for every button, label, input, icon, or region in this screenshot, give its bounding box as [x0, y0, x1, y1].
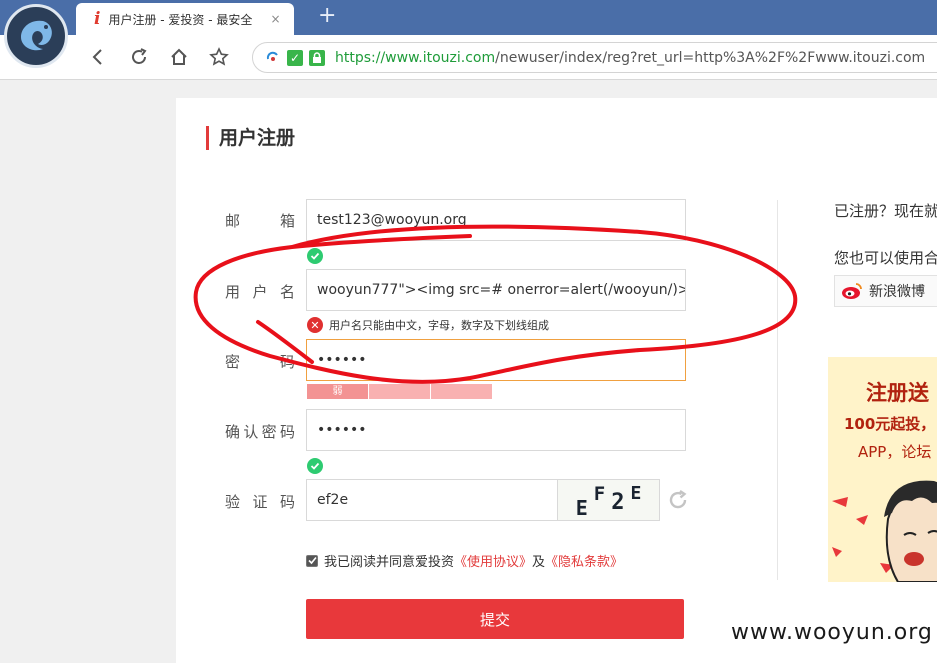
privacy-link[interactable]: 《隐私条款》 — [545, 551, 623, 570]
promo-subtitle: 100元起投， — [844, 415, 936, 433]
agreement-row: 我已阅读并同意爱投资 《使用协议》 及 《隐私条款》 — [306, 551, 623, 570]
username-label: 用户名 — [225, 283, 295, 301]
captcha-char: F — [593, 483, 606, 505]
tab-bar: i 用户注册 - 爱投资 - 最安全 × + — [0, 0, 937, 35]
login-prompt[interactable]: 已注册？现在就 — [834, 200, 937, 221]
captcha-field[interactable]: ef2e — [306, 479, 558, 521]
captcha-image[interactable]: E F 2 E — [557, 479, 660, 521]
promo-cartoon-icon — [832, 480, 937, 582]
strength-weak: 弱 — [307, 384, 368, 399]
weibo-label: 新浪微博 — [869, 284, 925, 300]
email-ok-icon — [307, 248, 323, 264]
other-login-prompt: 您也可以使用合 — [834, 249, 937, 267]
username-field[interactable]: wooyun777"><img src=# onerror=alert(/woo… — [306, 269, 686, 311]
url-text[interactable]: https://www.itouzi.com/newuser/index/reg… — [335, 50, 925, 66]
speed-mode-icon[interactable] — [265, 50, 281, 66]
password-field[interactable]: •••••• — [306, 339, 686, 381]
weibo-icon — [842, 283, 862, 299]
captcha-label: 验证码 — [225, 493, 295, 511]
page-title: 用户注册 — [206, 126, 295, 150]
username-error-text: 用户名只能由中文，字母，数字及下划线组成 — [329, 319, 549, 332]
browser-tab[interactable]: i 用户注册 - 爱投资 - 最安全 × — [76, 3, 294, 35]
captcha-char: E — [630, 482, 642, 504]
new-tab-button[interactable]: + — [318, 4, 336, 28]
email-field[interactable]: test123@wooyun.org — [306, 199, 686, 241]
home-icon[interactable] — [167, 45, 191, 69]
watermark: www.wooyun.org — [731, 620, 933, 645]
register-panel: 用户注册 邮箱 test123@wooyun.org 用户名 wooyun777… — [176, 98, 937, 663]
username-error: ✕ 用户名只能由中文，字母，数字及下划线组成 — [307, 317, 549, 333]
promo-subtitle-2: APP，论坛 — [858, 443, 932, 461]
verified-check-icon: ✓ — [287, 49, 303, 66]
column-divider — [777, 200, 778, 580]
agree-and: 及 — [532, 555, 546, 570]
tab-close-icon[interactable]: × — [270, 12, 280, 26]
browser-toolbar: ✓ https://www.itouzi.com/newuser/index/r… — [0, 35, 937, 80]
captcha-char: 2 — [611, 489, 625, 515]
url-host: https://www.itouzi.com — [335, 49, 496, 66]
tab-title: 用户注册 - 爱投资 - 最安全 — [108, 12, 253, 27]
strength-strong — [431, 384, 492, 399]
promo-title: 注册送 — [866, 381, 929, 405]
agree-checkbox[interactable] — [306, 554, 318, 567]
error-x-icon: ✕ — [307, 317, 323, 333]
browser-logo-icon[interactable] — [4, 4, 68, 68]
confirm-password-label: 确认密码 — [225, 423, 295, 441]
promo-banner[interactable]: 注册送 100元起投， APP，论坛 — [828, 357, 937, 582]
confirm-ok-icon — [307, 458, 323, 474]
email-label: 邮箱 — [225, 212, 295, 230]
submit-button[interactable]: 提交 — [306, 599, 684, 639]
site-favicon-icon: i — [94, 9, 101, 29]
agree-text: 我已阅读并同意爱投资 — [324, 555, 455, 570]
ssl-lock-icon — [309, 49, 325, 66]
back-icon[interactable] — [86, 45, 110, 69]
bookmark-star-icon[interactable] — [207, 45, 231, 69]
strength-medium — [369, 384, 430, 399]
password-label: 密码 — [225, 353, 295, 371]
url-path: /newuser/index/reg?ret_url=http%3A%2F%2F… — [495, 49, 926, 66]
password-strength-meter: 弱 — [307, 384, 493, 399]
captcha-refresh-icon[interactable] — [666, 488, 690, 512]
terms-link[interactable]: 《使用协议》 — [454, 551, 532, 570]
captcha-char: E — [575, 496, 588, 520]
address-bar[interactable]: ✓ https://www.itouzi.com/newuser/index/r… — [252, 42, 937, 73]
confirm-password-field[interactable]: •••••• — [306, 409, 686, 451]
reload-icon[interactable] — [127, 45, 151, 69]
weibo-login-button[interactable]: 新浪微博 — [834, 275, 937, 307]
